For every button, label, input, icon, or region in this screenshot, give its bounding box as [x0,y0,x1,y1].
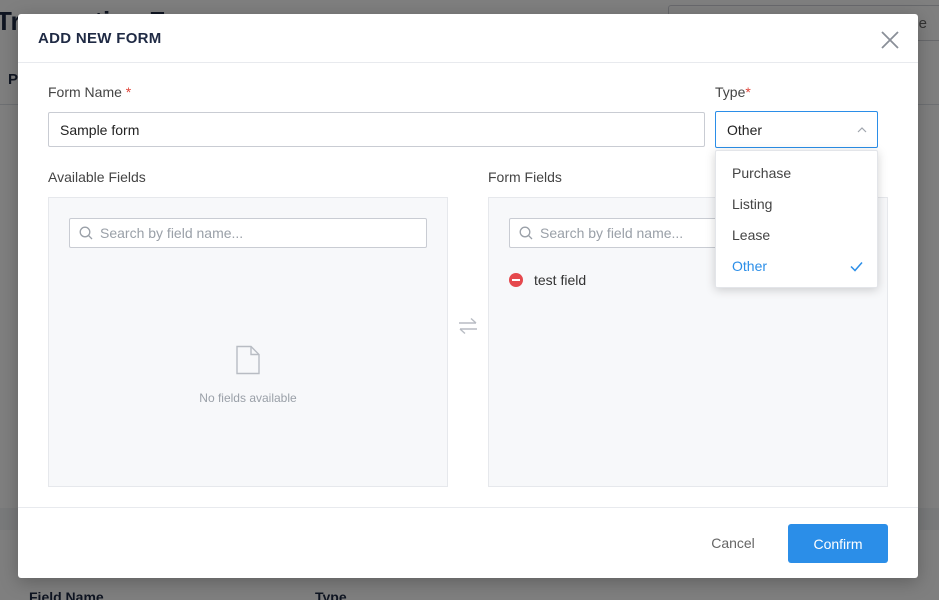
available-fields-search [69,218,427,248]
transfer-arrows-icon [459,317,477,335]
required-mark: * [125,84,132,100]
form-name-label: Form Name * [48,84,131,100]
cancel-button[interactable]: Cancel [692,524,774,562]
type-dropdown-menu: Purchase Listing Lease Other [715,150,878,288]
search-icon [79,226,93,240]
document-icon [236,345,260,375]
modal-footer: Cancel Confirm [18,507,918,578]
type-option-listing[interactable]: Listing [716,189,877,220]
modal-title: ADD NEW FORM [38,30,162,47]
form-name-input[interactable] [48,112,705,147]
modal-header: ADD NEW FORM [18,14,918,63]
type-option-label: Other [732,258,768,274]
confirm-button[interactable]: Confirm [788,524,888,563]
type-option-label: Listing [732,196,773,212]
type-select-value: Other [727,122,763,138]
available-fields-search-input[interactable] [100,219,420,247]
checkmark-icon [850,262,863,272]
close-icon[interactable] [878,28,902,52]
search-icon [519,226,533,240]
type-select[interactable]: Other [715,111,878,148]
type-label-text: Type [715,84,746,100]
type-option-purchase[interactable]: Purchase [716,158,877,189]
type-option-label: Lease [732,227,771,243]
required-mark: * [745,84,751,100]
chevron-up-icon [857,127,867,133]
form-field-item: test field [509,270,586,290]
form-name-label-text: Form Name [48,84,122,100]
available-fields-label: Available Fields [48,169,146,185]
available-fields-panel: No fields available [48,197,448,487]
type-option-label: Purchase [732,165,792,181]
type-option-other[interactable]: Other [716,251,877,282]
add-form-modal: ADD NEW FORM Form Name * Type* Other Ava… [18,14,918,578]
type-label: Type* [715,84,751,100]
remove-circle-icon[interactable] [509,273,523,287]
form-fields-label: Form Fields [488,169,562,185]
form-field-label: test field [534,272,587,288]
empty-state-text: No fields available [199,391,297,405]
type-option-lease[interactable]: Lease [716,220,877,251]
